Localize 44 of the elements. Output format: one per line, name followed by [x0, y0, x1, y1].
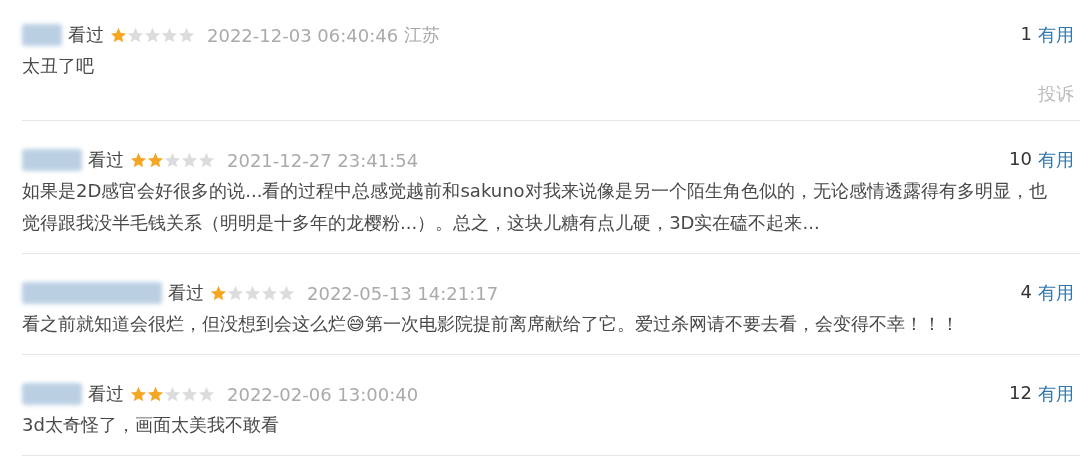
vote-count: 10 — [1009, 148, 1032, 171]
star-icon — [198, 385, 215, 403]
blurred-username — [22, 24, 62, 46]
useful-link[interactable]: 有用 — [1038, 23, 1074, 47]
star-icon — [127, 26, 144, 44]
star-icon — [178, 26, 195, 44]
comment-time: 2022-02-06 13:00:40 — [227, 383, 419, 405]
star-icon — [144, 26, 161, 44]
star-icon — [227, 284, 244, 302]
blurred-username — [22, 383, 82, 405]
blurred-username — [22, 149, 82, 171]
comment-time: 2022-05-13 14:21:17 — [307, 282, 499, 304]
comment-text: 太丑了吧 — [22, 54, 95, 78]
star-icon — [164, 151, 181, 169]
star-icon — [164, 385, 181, 403]
comment-text: 如果是2D感官会好很多的说...看的过程中总感觉越前和sakuno对我来说像是另一个陌生角色似的，无论感情透露得有多明显，也觉得跟我没半毛钱关系（明明是十多年的龙樱粉...）。总之，这块儿糖有点儿硬，3D实在磕不起来... — [22, 179, 1048, 235]
watched-label: 看过 — [88, 382, 124, 406]
star-icon — [198, 151, 215, 169]
star-icon — [130, 151, 147, 169]
comment-text: 看之前就知道会很烂，但没想到会这么烂😅第一次电影院提前离席献给了它。爱过杀网请不要去看，会变得不幸！！！ — [22, 312, 960, 336]
star-icon — [110, 26, 127, 44]
vote-count: 4 — [1020, 281, 1032, 304]
star-icon — [261, 284, 278, 302]
star-icon — [147, 385, 164, 403]
star-icon — [278, 284, 295, 302]
watched-label: 看过 — [88, 148, 124, 172]
star-icon — [147, 151, 164, 169]
useful-link[interactable]: 有用 — [1038, 281, 1074, 305]
vote-count: 12 — [1009, 382, 1032, 405]
useful-link[interactable]: 有用 — [1038, 148, 1074, 172]
star-icon — [181, 385, 198, 403]
star-icon — [161, 26, 178, 44]
comment-text: 3d太奇怪了，画面太美我不敢看 — [22, 413, 280, 437]
watched-label: 看过 — [168, 281, 204, 305]
star-icon — [181, 151, 198, 169]
vote-count: 1 — [1020, 23, 1032, 46]
watched-label: 看过 — [68, 23, 104, 47]
star-icon — [244, 284, 261, 302]
comment-time: 2021-12-27 23:41:54 — [227, 149, 419, 171]
useful-link[interactable]: 有用 — [1038, 382, 1074, 406]
comment-location: 江苏 — [404, 23, 441, 47]
star-icon — [210, 284, 227, 302]
comment-time: 2022-12-03 06:40:46 — [207, 24, 399, 46]
star-icon — [130, 385, 147, 403]
